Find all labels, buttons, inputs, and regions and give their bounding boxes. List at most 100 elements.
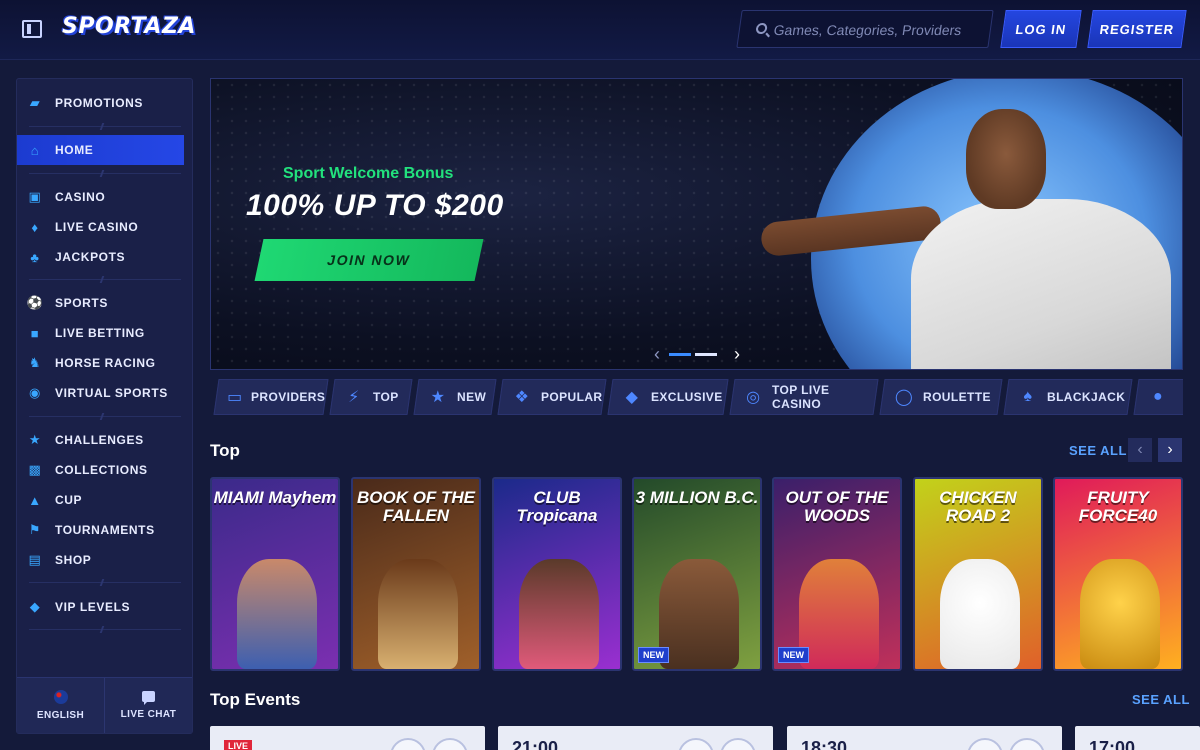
game-card[interactable]: CHICKEN ROAD 2 — [913, 477, 1043, 671]
chevron-right-icon[interactable]: › — [727, 344, 747, 365]
sidebar-item-sports[interactable]: ⚽ SPORTS — [17, 288, 192, 318]
more-icon: ● — [1152, 388, 1164, 405]
game-card[interactable]: 3 MILLION B.C. NEW — [632, 477, 762, 671]
game-card[interactable]: CLUB Tropicana — [492, 477, 622, 671]
game-title: 3 MILLION B.C. — [635, 488, 759, 507]
game-character — [659, 559, 739, 669]
live-chat-button[interactable]: LIVE CHAT — [104, 678, 192, 733]
sidebar-item-home[interactable]: ⌂ HOME — [17, 135, 184, 165]
sidebar-item-label: HOME — [55, 143, 94, 157]
login-button[interactable]: LOG IN — [1000, 10, 1082, 48]
search-icon — [755, 23, 768, 34]
sidebar-item-label: CASINO — [55, 190, 106, 204]
flag-icon — [53, 690, 68, 704]
team-logo — [720, 738, 756, 750]
game-character — [237, 559, 317, 669]
game-card[interactable]: FRUITY FORCE40 — [1053, 477, 1183, 671]
game-title: OUT OF THE WOODS — [785, 488, 889, 525]
sidebar-item-vip-levels[interactable]: ◆ VIP LEVELS — [17, 592, 192, 622]
tab-popular[interactable]: ❖ POPULAR — [497, 379, 607, 415]
chat-icon — [142, 691, 155, 705]
sidebar-item-live-betting[interactable]: ■ LIVE BETTING — [17, 318, 192, 348]
sidebar-item-challenges[interactable]: ★ CHALLENGES — [17, 425, 192, 455]
sidebar-item-shop[interactable]: ▤ SHOP — [17, 545, 192, 575]
tab-label: NEW — [457, 390, 487, 404]
sidebar-item-tournaments[interactable]: ⚑ TOURNAMENTS — [17, 515, 192, 545]
trophy-icon: ▲ — [28, 492, 42, 508]
game-character — [799, 559, 879, 669]
sidebar-item-label: COLLECTIONS — [55, 463, 148, 477]
tab-top[interactable]: ⚡ TOP — [329, 379, 413, 415]
search-input[interactable] — [772, 19, 986, 41]
sidebar-divider — [29, 279, 181, 280]
sidebar-item-promotions[interactable]: ▰ PROMOTIONS — [17, 88, 192, 118]
tab-label: POPULAR — [541, 390, 603, 404]
clover-icon: ♣ — [30, 249, 40, 265]
chevron-left-icon[interactable]: ‹ — [647, 344, 667, 365]
section-title-top: Top — [210, 441, 240, 460]
tab-label: TOP LIVE CASINO — [771, 383, 830, 411]
event-card[interactable]: 18:30 — [787, 726, 1062, 750]
game-card[interactable]: MIAMI Mayhem — [210, 477, 340, 671]
player-body — [911, 199, 1171, 369]
chevron-left-icon[interactable]: ‹ — [1128, 438, 1152, 462]
chevron-right-icon[interactable]: › — [1158, 438, 1182, 462]
event-time: 21:00 — [512, 738, 559, 750]
event-card[interactable]: 17:00 — [1075, 726, 1200, 750]
tab-label: ROULETTE — [923, 390, 991, 404]
category-tabs: ▭ PROVIDERS ⚡ TOP ★ NEW ❖ POPULAR ◆ EXCL… — [210, 379, 1183, 417]
register-label: REGISTER — [1098, 21, 1176, 37]
promo-banner[interactable]: Sport Welcome Bonus 100% UP TO $200 JOIN… — [210, 78, 1183, 370]
see-all-top-link[interactable]: SEE ALL — [1069, 443, 1127, 458]
flag-icon: ⚑ — [28, 522, 42, 537]
sidebar-item-virtual-sports[interactable]: ◉ VIRTUAL SPORTS — [17, 378, 192, 408]
tab-top-live-casino[interactable]: ◎ TOP LIVE CASINO — [729, 379, 879, 415]
tab-blackjack[interactable]: ♠ BLACKJACK — [1003, 379, 1133, 415]
site-logo[interactable]: SPORTAZA — [62, 14, 196, 46]
language-selector[interactable]: ENGLISH — [17, 678, 104, 733]
sidebar-item-label: VIP LEVELS — [55, 600, 131, 614]
tab-more[interactable]: ● — [1133, 379, 1183, 415]
diamond-icon: ◆ — [625, 389, 639, 406]
register-button[interactable]: REGISTER — [1087, 10, 1187, 48]
game-character — [519, 559, 599, 669]
sidebar-item-label: CHALLENGES — [55, 433, 144, 447]
game-card[interactable]: OUT OF THE WOODS NEW — [772, 477, 902, 671]
banner-subtitle: Sport Welcome Bonus — [283, 165, 454, 182]
game-title: CLUB Tropicana — [516, 488, 598, 525]
tab-new[interactable]: ★ NEW — [413, 379, 497, 415]
tab-roulette[interactable]: ◯ ROULETTE — [879, 379, 1003, 415]
medal-icon: ★ — [28, 432, 42, 447]
tab-providers[interactable]: ▭ PROVIDERS — [213, 379, 329, 415]
sidebar-item-label: LIVE CASINO — [55, 220, 139, 234]
team-logo — [1009, 738, 1045, 750]
sidebar-item-horse-racing[interactable]: ♞ HORSE RACING — [17, 348, 192, 378]
sidebar: ▰ PROMOTIONS ⌂ HOME ▣ CASINO ♦ LIVE CASI… — [16, 78, 193, 734]
game-card[interactable]: BOOK OF THE FALLEN — [351, 477, 481, 671]
sidebar-footer: ENGLISH LIVE CHAT — [17, 677, 192, 733]
search-box[interactable] — [736, 10, 994, 48]
join-now-button[interactable]: JOIN NOW — [254, 239, 484, 281]
tab-exclusive[interactable]: ◆ EXCLUSIVE — [607, 379, 729, 415]
sidebar-item-casino[interactable]: ▣ CASINO — [17, 182, 192, 212]
slot-machine-icon: ▣ — [28, 189, 42, 204]
live-chat-label: LIVE CHAT — [120, 709, 177, 720]
sidebar-item-jackpots[interactable]: ♣ JACKPOTS — [17, 242, 192, 272]
roulette-icon: ◯ — [894, 389, 914, 406]
event-card[interactable]: 21:00 — [498, 726, 773, 750]
sidebar-divider — [29, 416, 181, 417]
cards-icon: ♠ — [1023, 388, 1033, 405]
event-card[interactable]: LIVE — [210, 726, 485, 750]
sidebar-item-collections[interactable]: ▩ COLLECTIONS — [17, 455, 192, 485]
game-title: CHICKEN ROAD 2 — [939, 488, 1017, 525]
carousel-dot[interactable] — [669, 353, 691, 356]
game-title: FRUITY FORCE40 — [1078, 488, 1158, 525]
sidebar-divider — [29, 173, 181, 174]
event-time: 17:00 — [1089, 738, 1136, 750]
sidebar-toggle-icon[interactable] — [22, 20, 42, 38]
see-all-events-link[interactable]: SEE ALL — [1132, 692, 1190, 707]
sidebar-item-cup[interactable]: ▲ CUP — [17, 485, 192, 515]
carousel-dot[interactable] — [695, 353, 717, 356]
tab-label: TOP — [373, 390, 399, 404]
sidebar-item-live-casino[interactable]: ♦ LIVE CASINO — [17, 212, 192, 242]
